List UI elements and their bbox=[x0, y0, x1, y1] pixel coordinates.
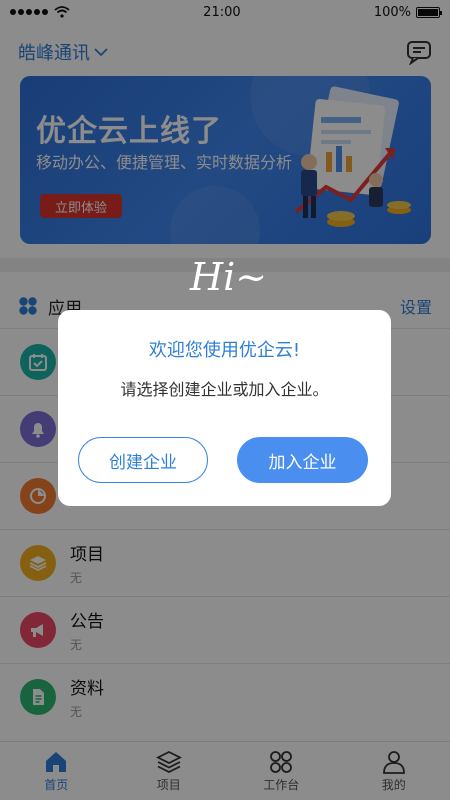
join-company-button[interactable]: 加入企业 bbox=[237, 437, 368, 483]
create-company-button[interactable]: 创建企业 bbox=[78, 437, 208, 483]
hi-greeting: Hi~ bbox=[190, 255, 268, 299]
welcome-dialog: 欢迎您使用优企云! 请选择创建企业或加入企业。 创建企业 加入企业 bbox=[58, 310, 391, 506]
dialog-message: 请选择创建企业或加入企业。 bbox=[120, 380, 329, 399]
dialog-title: 欢迎您使用优企云! bbox=[148, 340, 301, 361]
